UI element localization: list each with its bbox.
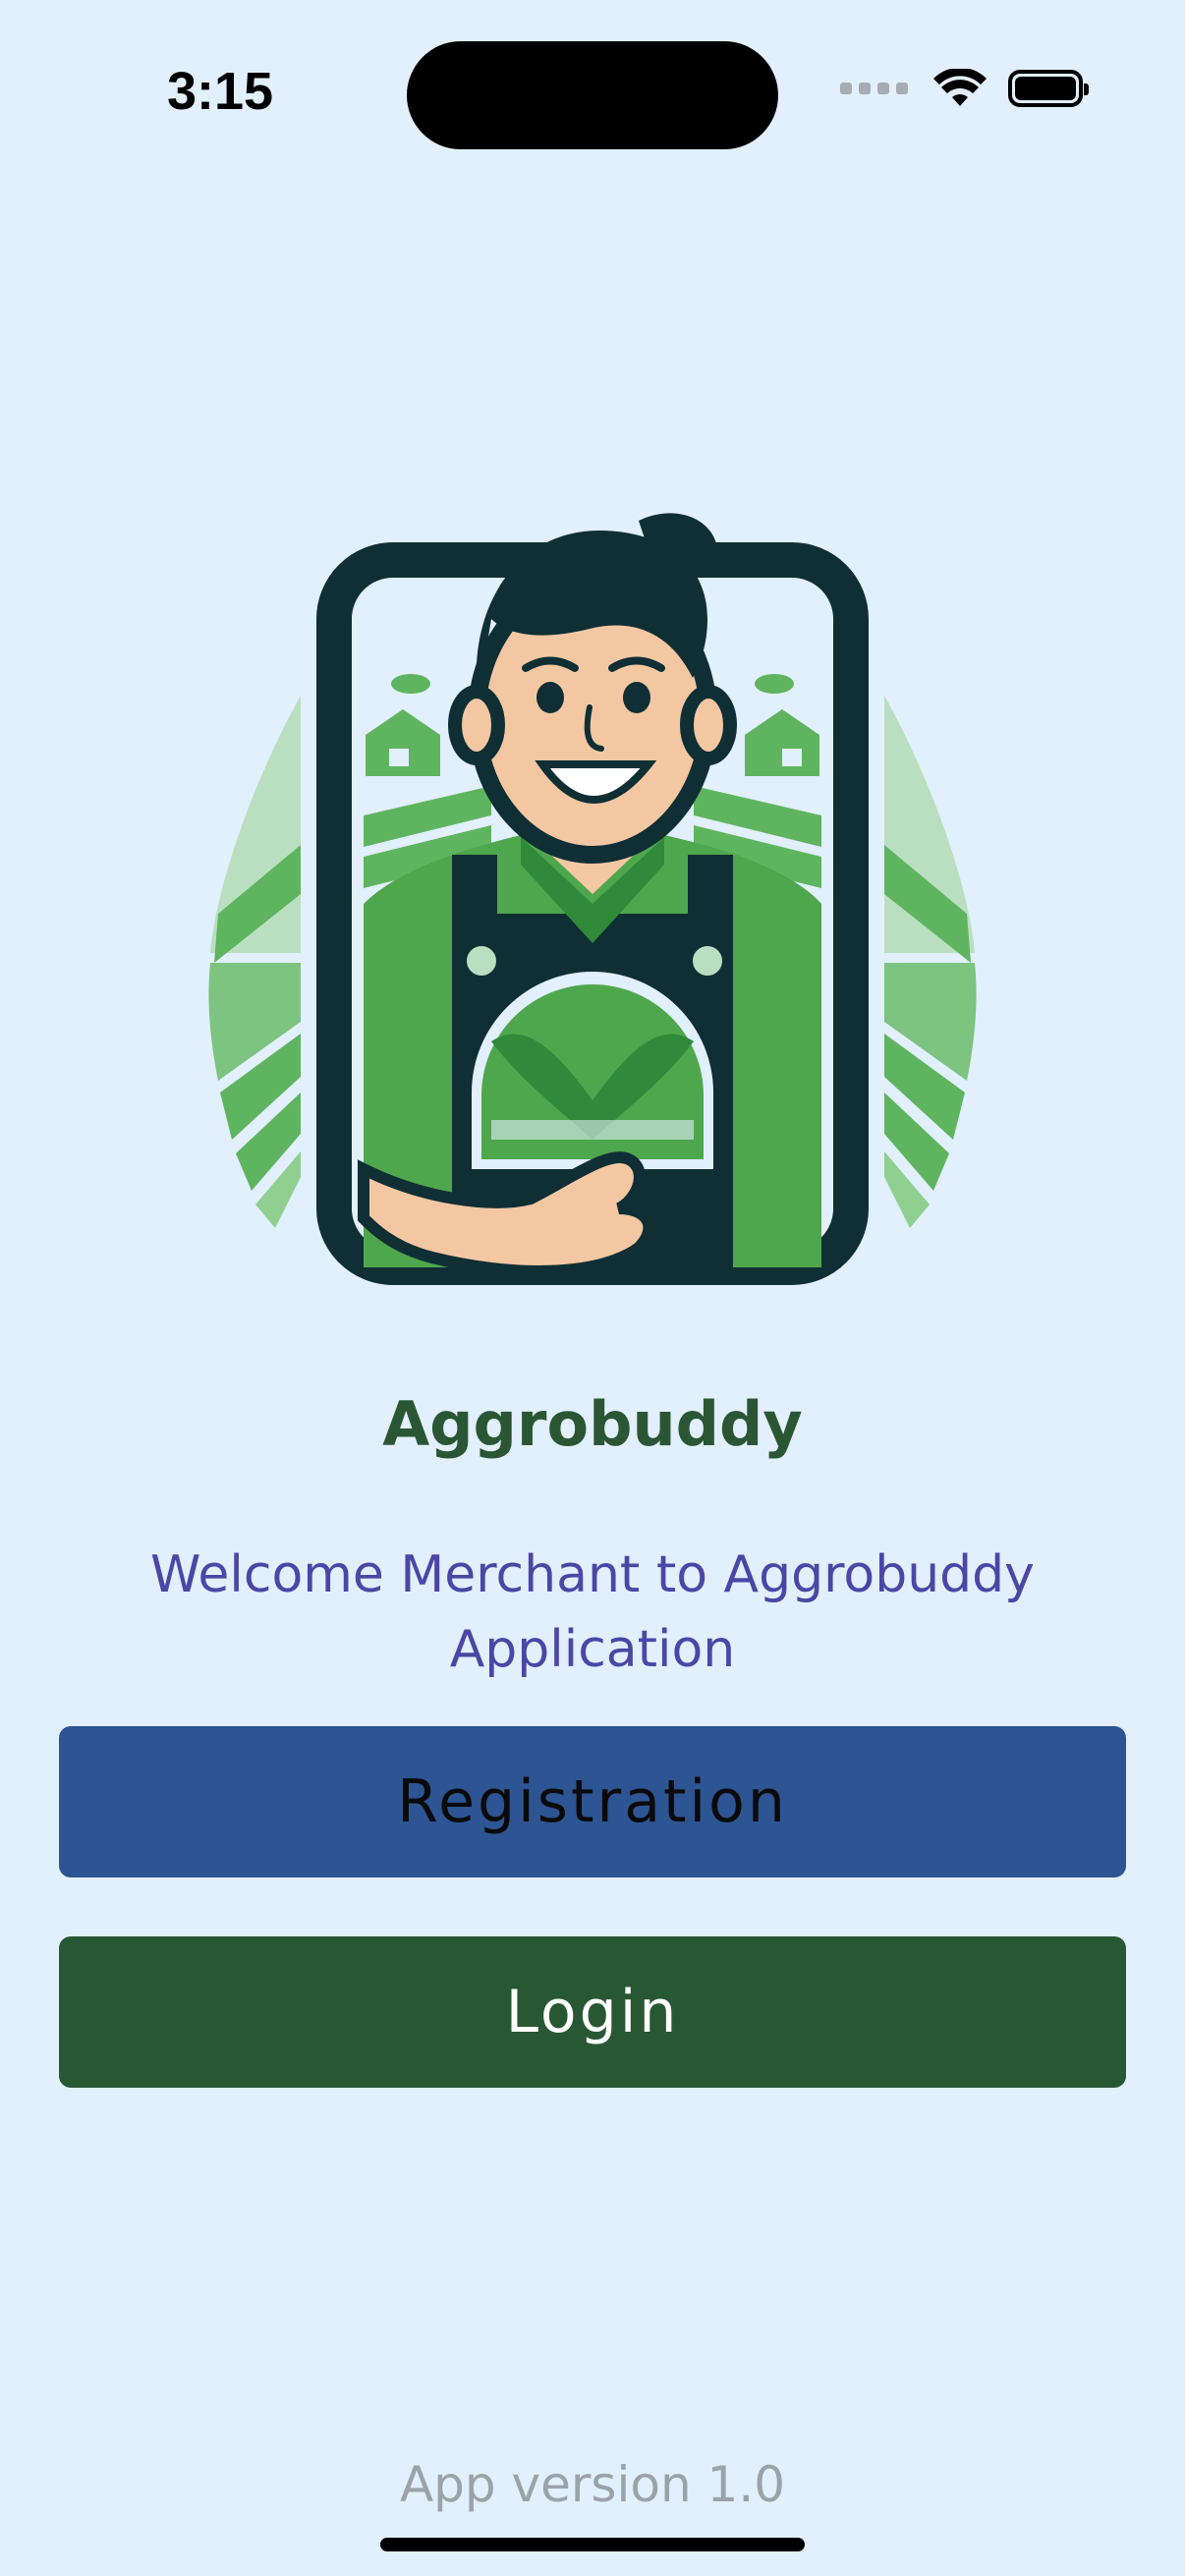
home-indicator[interactable]	[380, 2538, 805, 2551]
status-icons	[840, 69, 1089, 108]
battery-icon	[1008, 70, 1089, 107]
status-time: 3:15	[167, 62, 274, 121]
field-left	[208, 696, 301, 1228]
dynamic-island	[407, 41, 778, 149]
registration-button[interactable]: Registration	[59, 1726, 1126, 1877]
signal-icon	[840, 83, 908, 94]
app-title: Aggrobuddy	[382, 1388, 803, 1460]
welcome-text: Welcome Merchant to Aggrobuddy Applicati…	[150, 1545, 1035, 1679]
app-screen: 3:15 Aggrobuddy Welcome Merchant to Aggr…	[0, 0, 1185, 2576]
app-version: App version 1.0	[399, 2456, 786, 2513]
farmer-logo-icon	[208, 513, 977, 1285]
login-button[interactable]: Login	[59, 1936, 1126, 2088]
field-right	[884, 696, 977, 1228]
wifi-icon	[933, 69, 987, 106]
